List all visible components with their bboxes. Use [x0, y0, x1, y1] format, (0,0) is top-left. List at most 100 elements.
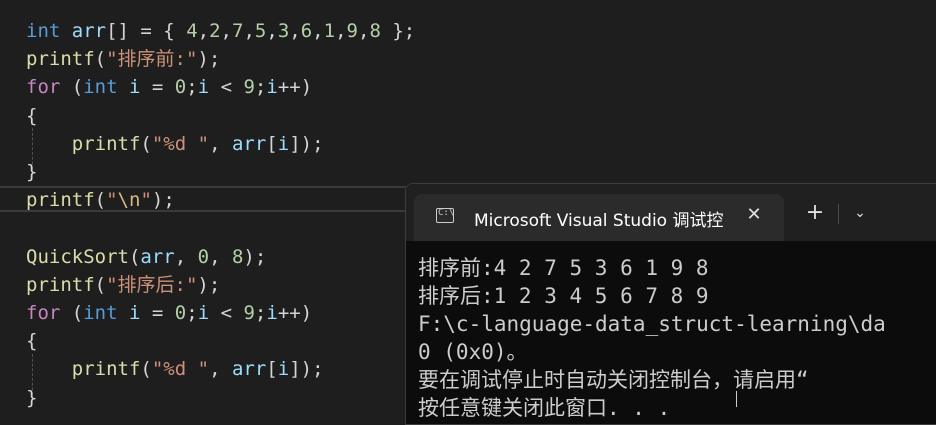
code-token: 9	[243, 76, 255, 99]
code-token: 5	[254, 20, 267, 42]
code-token: {	[26, 104, 38, 127]
code-token: "排序后:"	[106, 273, 198, 296]
code-line[interactable]: printf("%d ", arr[i]);	[26, 130, 324, 158]
code-line[interactable]: printf("排序后:");	[26, 271, 220, 299]
code-token: ;	[254, 302, 267, 324]
code-token: (	[60, 76, 84, 99]
code-line[interactable]: for (int i = 0;i < 9;i++)	[26, 73, 312, 101]
console-line: 排序前:4 2 7 5 3 6 1 9 8	[418, 256, 709, 280]
code-token: ++)	[277, 302, 313, 324]
titlebar-divider	[838, 204, 839, 224]
code-token: i	[129, 76, 141, 99]
code-token: ,	[209, 358, 232, 381]
code-token: ]);	[289, 358, 324, 381]
code-token: 8	[231, 245, 244, 268]
code-token: i	[277, 358, 290, 381]
code-token: 9	[346, 20, 358, 42]
code-line[interactable]: for (int i = 0;i < 9;i++)	[26, 299, 312, 327]
code-token: 7	[232, 20, 244, 42]
code-token: "	[140, 189, 152, 212]
console-line: 0 (0x0)。	[418, 340, 528, 364]
code-token: 0	[174, 76, 187, 99]
tab-dropdown-button[interactable]: ⌄	[848, 200, 872, 226]
code-token: i	[277, 132, 290, 155]
console-icon: C:\	[436, 208, 454, 223]
code-token: [	[266, 358, 278, 381]
code-token: printf	[26, 189, 95, 212]
code-line[interactable]: int arr[] = { 4,2,7,5,3,6,1,9,8 };	[26, 17, 415, 45]
code-token: ,	[220, 20, 232, 42]
code-token: {	[26, 330, 38, 353]
code-token: (	[94, 189, 107, 212]
code-token: (	[140, 358, 152, 381]
code-token: 9	[243, 302, 255, 324]
code-token: );	[197, 273, 221, 296]
code-line[interactable]: }	[26, 158, 37, 186]
code-token: ++)	[277, 76, 313, 99]
code-token: ,	[289, 20, 301, 42]
code-token: "排序前:"	[106, 48, 198, 71]
code-token: arr	[231, 132, 267, 155]
code-token: for	[26, 302, 61, 324]
code-token: arr	[231, 358, 267, 381]
code-token: ,	[357, 20, 370, 42]
code-token: ]);	[289, 132, 324, 155]
console-line: 按任意键关闭此窗口. . .	[418, 396, 671, 420]
code-token: (	[94, 48, 107, 71]
debug-console-window[interactable]: C:\ Microsoft Visual Studio 调试控 ✕ + ⌄ 排序…	[405, 183, 936, 425]
code-token: "%d "	[151, 358, 210, 381]
code-token: QuickSort	[26, 245, 129, 268]
code-token: int	[83, 302, 118, 324]
code-line[interactable]: printf("\n");	[26, 186, 175, 214]
code-token: 8	[369, 20, 381, 42]
console-tab[interactable]: C:\ Microsoft Visual Studio 调试控 ✕	[414, 194, 784, 241]
code-line[interactable]: {	[26, 102, 37, 130]
code-token: printf	[26, 273, 95, 296]
code-token: int	[26, 20, 61, 42]
code-line[interactable]: printf("%d ", arr[i]);	[26, 355, 324, 383]
code-line[interactable]: printf("排序前:");	[26, 45, 220, 73]
code-token: 6	[300, 20, 313, 42]
code-line[interactable]: QuickSort(arr, 0, 8);	[26, 243, 266, 271]
code-token: i	[197, 76, 210, 99]
console-line: 要在调试停止时自动关闭控制台，请启用“	[418, 368, 809, 392]
tab-title: Microsoft Visual Studio 调试控	[474, 211, 724, 231]
code-token: ,	[174, 245, 198, 268]
code-token: i	[129, 302, 141, 324]
code-token: 1	[323, 20, 336, 42]
code-token: ;	[186, 302, 198, 324]
code-token: }	[26, 161, 38, 183]
title-bar[interactable]: C:\ Microsoft Visual Studio 调试控 ✕ + ⌄	[406, 184, 936, 241]
code-token: 0	[174, 302, 187, 324]
code-token: [] = {	[106, 20, 187, 42]
new-tab-button[interactable]: +	[802, 200, 828, 226]
code-token: ,	[243, 20, 255, 42]
code-token: <	[209, 76, 244, 99]
code-line[interactable]: }	[26, 384, 37, 412]
code-token: ,	[197, 20, 210, 42]
code-token: ,	[312, 20, 324, 42]
code-token: }	[26, 386, 38, 409]
code-token: 4	[186, 20, 198, 42]
code-token: };	[380, 20, 416, 42]
code-token: ,	[209, 245, 232, 268]
code-token: 3	[277, 20, 290, 42]
code-line[interactable]: {	[26, 327, 37, 355]
code-token: "%d "	[151, 132, 210, 155]
code-token: ;	[254, 76, 267, 99]
code-token: for	[26, 76, 61, 99]
code-token: \n	[117, 189, 141, 212]
code-token: i	[266, 302, 278, 324]
close-tab-button[interactable]: ✕	[742, 202, 766, 228]
code-token: printf	[26, 48, 95, 71]
code-token: (	[128, 245, 141, 268]
code-token: =	[140, 76, 175, 99]
code-token: (	[60, 302, 84, 324]
code-token: 2	[209, 20, 221, 42]
code-token: arr	[140, 245, 175, 268]
console-line: F:\c-language-data_struct-learning\da	[418, 312, 886, 336]
